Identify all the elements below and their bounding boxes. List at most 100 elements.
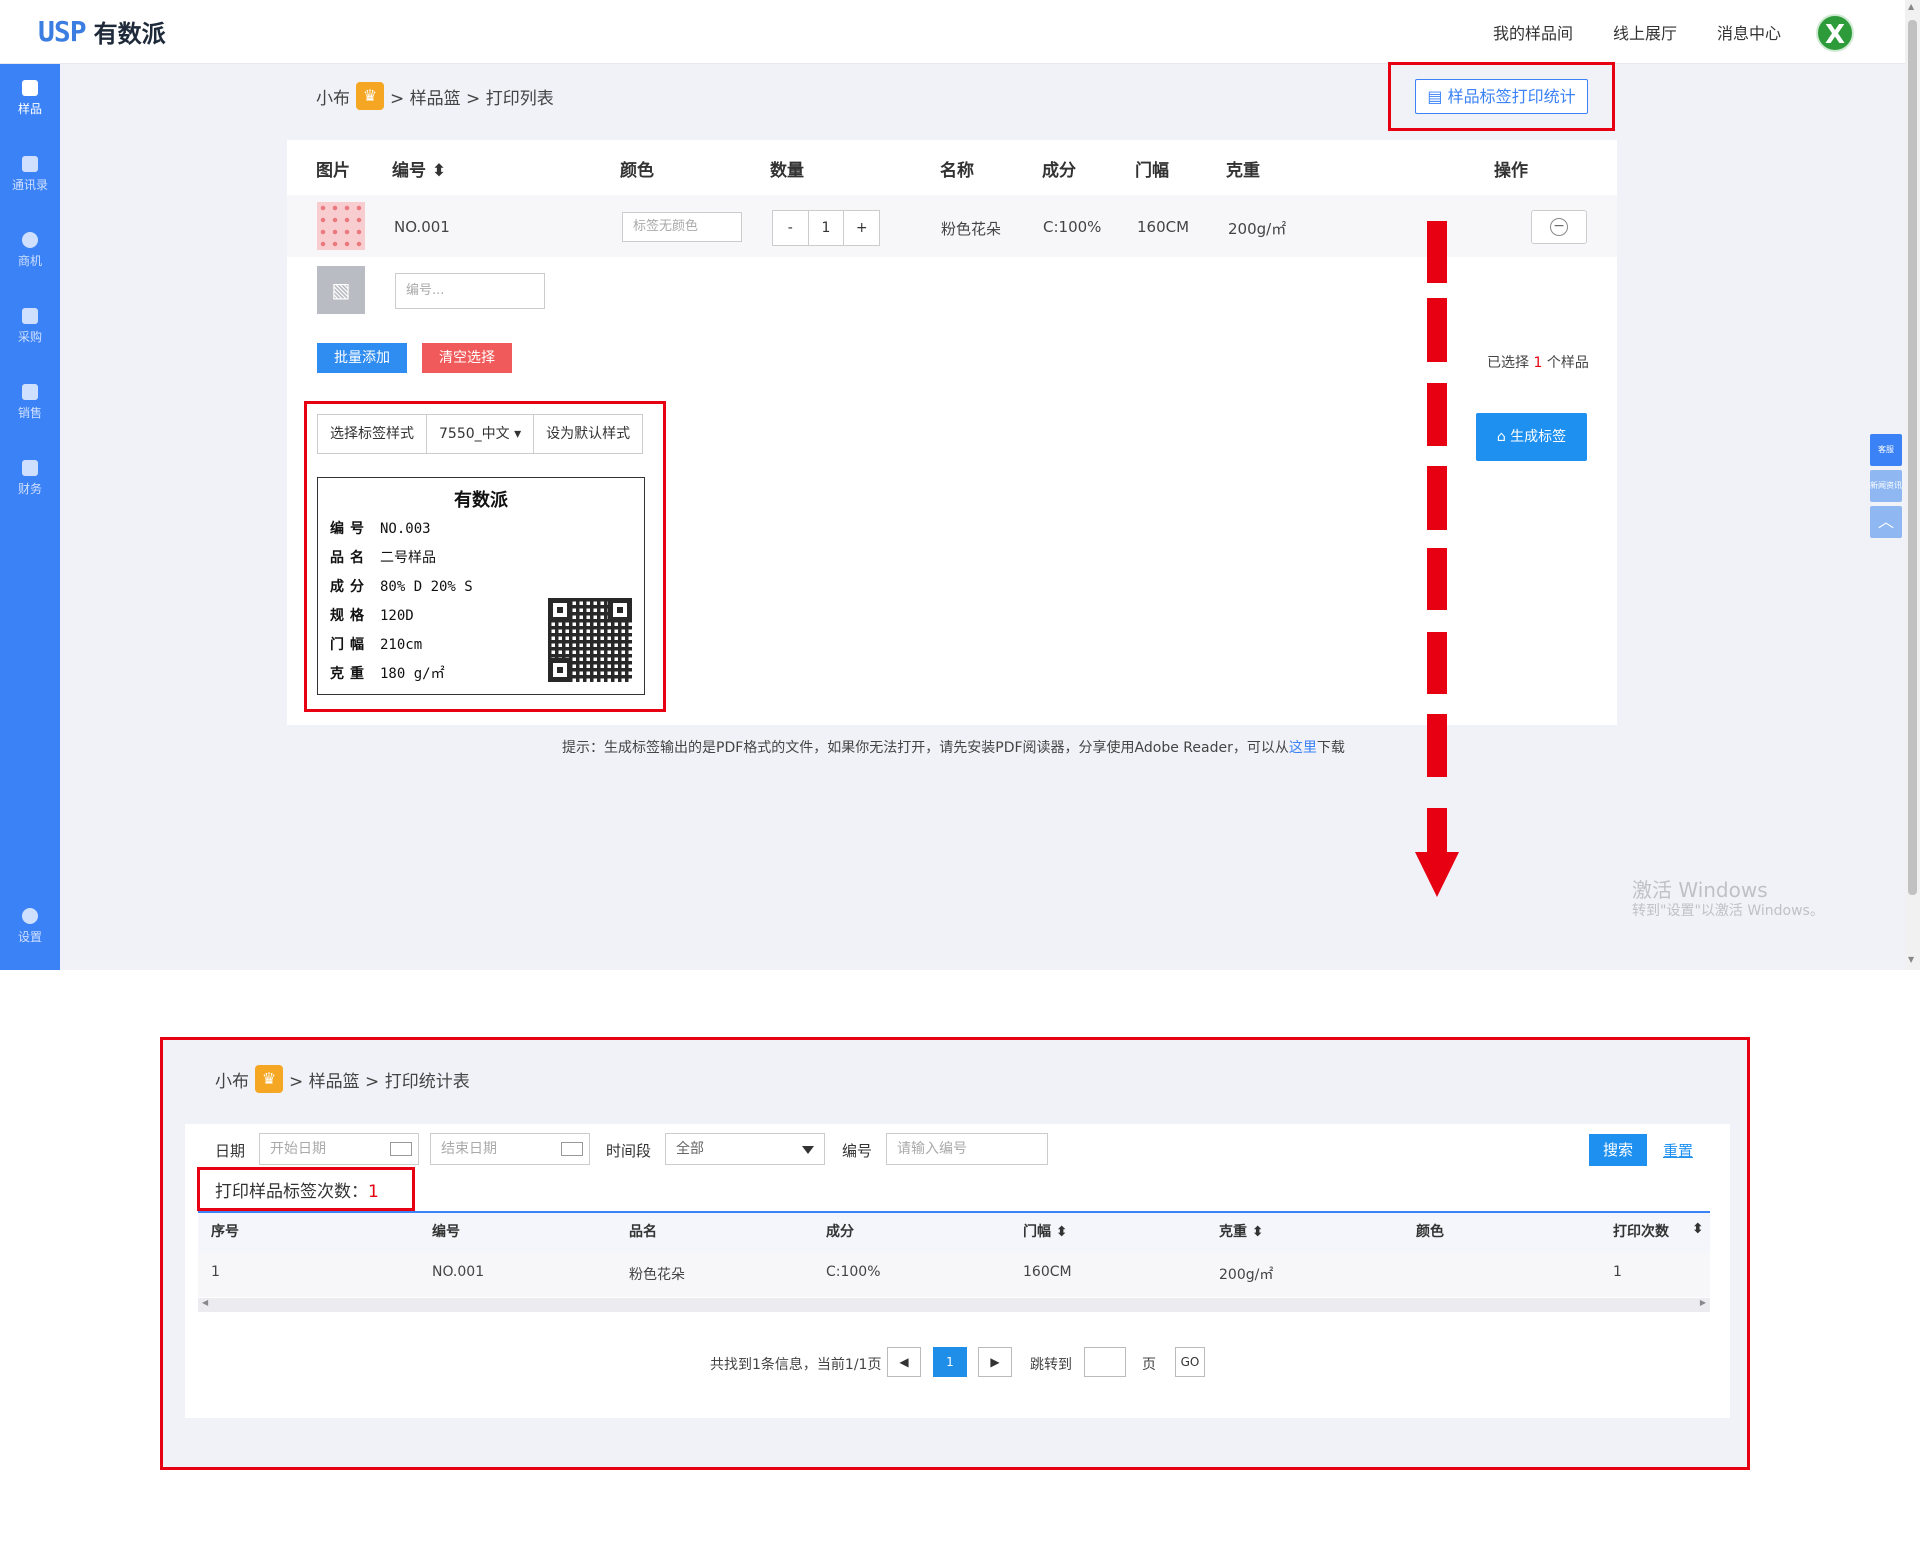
col-width-sortable[interactable]: 门幅 ⬍ — [1023, 1221, 1068, 1241]
sample-thumbnail[interactable] — [317, 202, 365, 250]
table-row — [198, 1253, 1710, 1297]
end-date-input[interactable]: 结束日期 — [430, 1133, 590, 1165]
code-filter-label: 编号 — [842, 1142, 873, 1160]
quantity-input[interactable]: 1 — [807, 211, 845, 245]
nav-online-showroom[interactable]: 线上展厅 — [1613, 20, 1677, 44]
sample-icon — [22, 80, 38, 96]
sidebar-item-opportunity[interactable]: 商机 — [0, 232, 60, 269]
cell-code: NO.001 — [432, 1264, 485, 1280]
sidebar-item-sales[interactable]: 销售 — [0, 384, 60, 421]
windows-watermark-subtitle: 转到"设置"以激活 Windows。 — [1632, 903, 1824, 919]
scroll-right-icon[interactable]: ▶ — [1700, 1298, 1706, 1307]
col-weight-sortable[interactable]: 克重 ⬍ — [1219, 1221, 1264, 1241]
sort-icon[interactable]: ⬍ — [1692, 1221, 1704, 1237]
cell-composition: C:100% — [826, 1264, 881, 1280]
quantity-decrement-button[interactable]: - — [773, 211, 808, 245]
start-date-input[interactable]: 开始日期 — [259, 1133, 419, 1165]
print-list-screenshot: USP 有数派 我的样品间 线上展厅 消息中心 X ▲ ▼ 样品 通讯录 商机 … — [0, 0, 1920, 970]
col-quantity: 数量 — [770, 161, 804, 181]
sidebar-item-label: 采购 — [17, 330, 42, 344]
breadcrumb-path: > 样品篮 > 打印统计表 — [289, 1071, 470, 1092]
label-row: 编号 NO.003 — [330, 521, 431, 537]
batch-add-button[interactable]: 批量添加 — [317, 343, 407, 373]
breadcrumb-path: > 样品篮 > 打印列表 — [390, 88, 554, 109]
cell-print-count: 1 — [1613, 1264, 1622, 1280]
news-button[interactable]: 新闻资讯 — [1870, 470, 1902, 502]
scroll-left-icon[interactable]: ◀ — [202, 1298, 208, 1307]
next-page-button[interactable]: ▶ — [978, 1347, 1012, 1377]
breadcrumb-user[interactable]: 小布 — [316, 84, 350, 109]
top-bar: USP 有数派 我的样品间 线上展厅 消息中心 X — [0, 0, 1905, 64]
generate-label-button[interactable]: ⌂ 生成标签 — [1476, 413, 1587, 461]
scrollbar-thumb[interactable] — [1908, 20, 1917, 895]
qr-code-icon — [548, 598, 632, 682]
scroll-down-icon[interactable]: ▼ — [1908, 955, 1914, 964]
crown-icon: ♛ — [356, 82, 384, 110]
breadcrumb-user[interactable]: 小布 — [215, 1067, 249, 1092]
print-count-label: 打印样品标签次数： — [215, 1182, 368, 1202]
period-select[interactable]: 全部 — [665, 1133, 825, 1165]
breadcrumb: 小布 ♛ > 样品篮 > 打印列表 — [316, 82, 554, 110]
col-color: 颜色 — [620, 161, 654, 181]
col-color: 颜色 — [1416, 1224, 1444, 1240]
avatar[interactable]: X — [1816, 14, 1854, 52]
page-scrollbar[interactable]: ▲ ▼ — [1905, 0, 1920, 970]
label-print-stats-label: 样品标签打印统计 — [1447, 87, 1576, 106]
nav-my-samples[interactable]: 我的样品间 — [1493, 20, 1573, 44]
search-button[interactable]: 搜索 — [1589, 1134, 1647, 1166]
annotation-arrow-segment — [1427, 298, 1447, 362]
period-select-value: 全部 — [676, 1141, 704, 1157]
cell-index: 1 — [211, 1264, 220, 1280]
row-code: NO.001 — [394, 218, 450, 236]
back-to-top-button[interactable]: ︿ — [1870, 506, 1902, 538]
prev-page-button[interactable]: ◀ — [887, 1347, 921, 1377]
nav-message-center[interactable]: 消息中心 — [1717, 20, 1781, 44]
page-1-button[interactable]: 1 — [933, 1347, 967, 1377]
minus-circle-icon: − — [1550, 218, 1568, 236]
sidebar-item-finance[interactable]: 财务 — [0, 460, 60, 497]
reset-button[interactable]: 重置 — [1663, 1140, 1693, 1161]
logo[interactable]: USP 有数派 — [38, 14, 166, 49]
quantity-increment-button[interactable]: + — [844, 211, 879, 245]
sidebar-item-purchase[interactable]: 采购 — [0, 308, 60, 345]
windows-watermark-title: 激活 Windows — [1632, 878, 1768, 902]
code-search-input[interactable]: 请输入编号 — [886, 1133, 1048, 1165]
set-default-style-button[interactable]: 设为默认样式 — [534, 415, 642, 453]
sidebar: 样品 通讯录 商机 采购 销售 财务 设置 — [0, 64, 60, 970]
contacts-icon — [22, 156, 38, 172]
clear-selection-button[interactable]: 清空选择 — [422, 343, 512, 373]
label-row: 克重 180 g/㎡ — [330, 666, 445, 682]
label-print-stats-button[interactable]: ▤ 样品标签打印统计 — [1415, 79, 1588, 114]
selected-prefix: 已选择 — [1487, 355, 1529, 371]
selected-number: 1 — [1533, 355, 1543, 371]
col-code-sortable[interactable]: 编号 ⬍ — [392, 156, 446, 181]
code-search-placeholder: 请输入编号 — [897, 1141, 967, 1157]
customer-service-button[interactable]: 客服 — [1870, 434, 1902, 466]
col-name: 品名 — [629, 1224, 657, 1240]
download-reader-link[interactable]: 这里 — [1289, 740, 1317, 756]
horizontal-scrollbar[interactable]: ◀ ▶ — [198, 1298, 1710, 1312]
finance-icon — [22, 460, 38, 476]
color-field[interactable]: 标签无颜色 — [622, 212, 742, 242]
jump-page-input[interactable] — [1084, 1347, 1126, 1377]
sidebar-item-label: 样品 — [17, 102, 42, 116]
row-width: 160CM — [1137, 218, 1190, 236]
label-style-dropdown[interactable]: 7550_中文 ▾ — [427, 415, 535, 453]
print-count: 打印样品标签次数：1 — [215, 1177, 379, 1202]
remove-row-button[interactable]: − — [1531, 210, 1587, 244]
sidebar-item-contacts[interactable]: 通讯录 — [0, 156, 60, 193]
col-image: 图片 — [316, 161, 350, 181]
go-button[interactable]: GO — [1175, 1347, 1205, 1377]
label-style-label: 选择标签样式 — [318, 415, 427, 453]
col-composition: 成分 — [826, 1224, 854, 1240]
sidebar-item-sample[interactable]: 样品 — [0, 80, 60, 117]
image-placeholder-icon[interactable]: ▧ — [317, 266, 365, 314]
col-weight: 克重 — [1226, 161, 1260, 181]
pdf-tip-tail: 下载 — [1316, 740, 1345, 756]
scroll-up-icon[interactable]: ▲ — [1908, 2, 1914, 11]
col-print-count: 打印次数 — [1613, 1224, 1669, 1240]
sidebar-item-settings[interactable]: 设置 — [0, 908, 60, 945]
new-code-input[interactable]: 编号... — [395, 273, 545, 309]
sidebar-item-label: 财务 — [17, 482, 42, 496]
calendar-icon — [390, 1142, 412, 1156]
